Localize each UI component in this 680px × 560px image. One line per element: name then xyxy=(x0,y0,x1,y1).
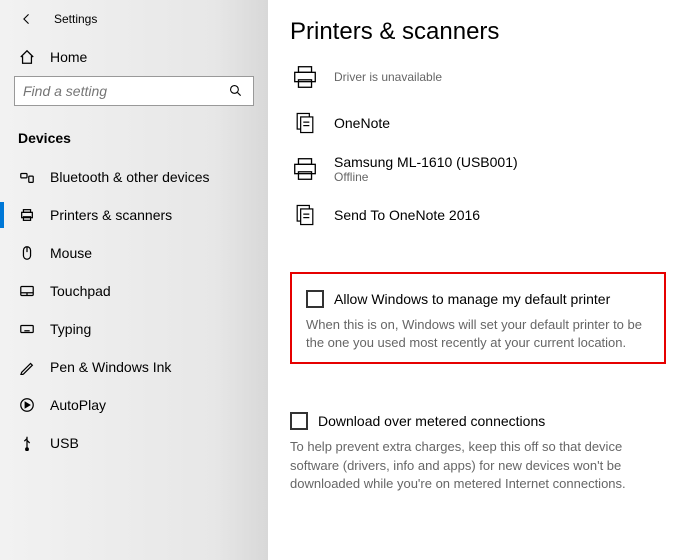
nav-label: Bluetooth & other devices xyxy=(50,169,210,185)
printer-item[interactable]: OneNote xyxy=(290,100,666,146)
printer-name: OneNote xyxy=(334,115,390,131)
printer-status: Driver is unavailable xyxy=(334,70,442,84)
search-box[interactable] xyxy=(14,76,254,106)
nav-label: Mouse xyxy=(50,245,92,261)
printer-status: Offline xyxy=(334,170,518,184)
metered-section: Download over metered connections To hel… xyxy=(290,412,666,493)
metered-checkbox-row[interactable]: Download over metered connections xyxy=(290,412,666,430)
default-printer-checkbox-row[interactable]: Allow Windows to manage my default print… xyxy=(306,290,650,308)
doc-printer-icon xyxy=(290,200,320,230)
checkbox-unchecked[interactable] xyxy=(306,290,324,308)
nav-label: Pen & Windows Ink xyxy=(50,359,171,375)
pen-icon xyxy=(18,358,36,376)
printer-item[interactable]: Send To OneNote 2016 xyxy=(290,192,666,238)
titlebar: Settings xyxy=(0,6,268,38)
printer-device-icon xyxy=(290,154,320,184)
checkbox-label: Allow Windows to manage my default print… xyxy=(334,291,610,307)
sidebar-item-autoplay[interactable]: AutoPlay xyxy=(0,386,268,424)
sidebar-item-pen[interactable]: Pen & Windows Ink xyxy=(0,348,268,386)
checkbox-unchecked[interactable] xyxy=(290,412,308,430)
search-icon xyxy=(227,82,245,100)
printer-item[interactable]: Samsung ML-1610 (USB001) Offline xyxy=(290,146,666,192)
printer-name: Send To OneNote 2016 xyxy=(334,207,480,223)
printer-name: Samsung ML-1610 (USB001) xyxy=(334,154,518,170)
autoplay-icon xyxy=(18,396,36,414)
nav-label: Touchpad xyxy=(50,283,111,299)
nav-label: AutoPlay xyxy=(50,397,106,413)
printer-device-icon xyxy=(290,62,320,92)
app-title: Settings xyxy=(54,12,97,26)
sidebar-item-bluetooth[interactable]: Bluetooth & other devices xyxy=(0,158,268,196)
category-header: Devices xyxy=(0,114,268,158)
sidebar-item-mouse[interactable]: Mouse xyxy=(0,234,268,272)
printer-icon xyxy=(18,206,36,224)
printer-item[interactable]: Driver is unavailable xyxy=(290,54,666,100)
nav-list: Bluetooth & other devices Printers & sca… xyxy=(0,158,268,462)
keyboard-icon xyxy=(18,320,36,338)
sidebar-item-printers[interactable]: Printers & scanners xyxy=(0,196,268,234)
nav-label: Printers & scanners xyxy=(50,207,172,223)
sidebar-item-usb[interactable]: USB xyxy=(0,424,268,462)
sidebar-home[interactable]: Home xyxy=(0,38,268,76)
default-printer-section: Allow Windows to manage my default print… xyxy=(290,272,666,364)
page-title: Printers & scanners xyxy=(290,18,666,46)
search-input[interactable] xyxy=(23,83,227,99)
nav-label: Typing xyxy=(50,321,91,337)
home-label: Home xyxy=(50,49,87,65)
home-icon xyxy=(18,48,36,66)
bluetooth-icon xyxy=(18,168,36,186)
main-content: Printers & scanners Driver is unavailabl… xyxy=(268,0,680,560)
touchpad-icon xyxy=(18,282,36,300)
settings-sidebar: Settings Home Devices Bluetooth & other … xyxy=(0,0,268,560)
metered-help: To help prevent extra charges, keep this… xyxy=(290,438,666,493)
usb-icon xyxy=(18,434,36,452)
checkbox-label: Download over metered connections xyxy=(318,413,545,429)
search-container xyxy=(0,76,268,114)
sidebar-item-touchpad[interactable]: Touchpad xyxy=(0,272,268,310)
default-printer-help: When this is on, Windows will set your d… xyxy=(306,316,650,352)
mouse-icon xyxy=(18,244,36,262)
doc-printer-icon xyxy=(290,108,320,138)
sidebar-item-typing[interactable]: Typing xyxy=(0,310,268,348)
back-icon[interactable] xyxy=(18,10,36,28)
nav-label: USB xyxy=(50,435,79,451)
